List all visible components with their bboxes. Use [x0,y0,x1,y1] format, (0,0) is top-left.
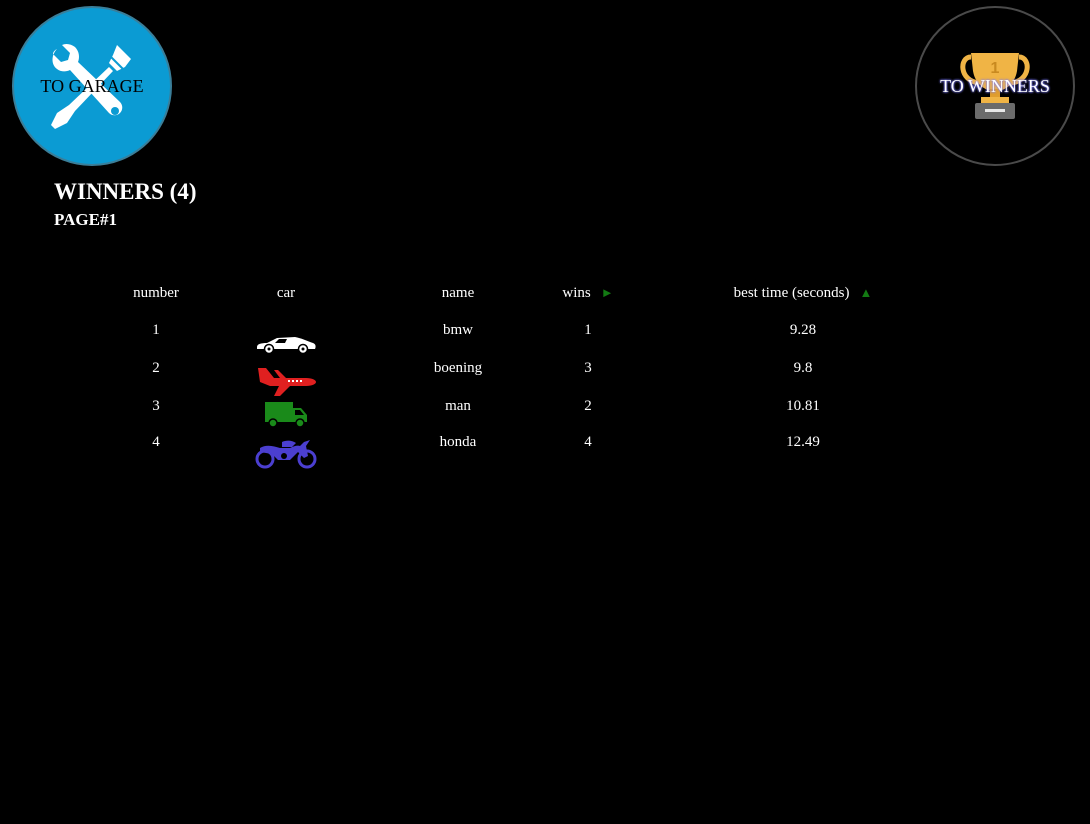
column-header-number: number [133,285,179,301]
triangle-right-icon: ► [600,285,614,300]
svg-text:1: 1 [991,60,1000,77]
page-title: WINNERS (4) [54,179,197,204]
wins-header-label: wins [562,285,591,301]
row-best-time: 9.28 [789,322,817,338]
row-number: 2 [152,360,160,376]
row-wins: 1 [584,322,592,338]
column-header-name: name [441,285,475,301]
truck-icon [265,402,307,428]
row-wins: 2 [584,398,592,414]
triangle-up-icon: ▲ [859,285,873,300]
row-name: bmw [443,322,473,338]
row-best-time: 10.81 [786,398,820,414]
to-winners-label: TO WINNERS [940,75,1050,96]
to-garage-button[interactable]: TO GARAGE [12,6,172,166]
row-best-time: 12.49 [786,434,820,450]
table-row: 1 bmw 1 9.28 [0,320,1090,358]
to-garage-label: TO GARAGE [40,75,144,96]
to-winners-button[interactable]: 1 TO WINNERS [915,6,1075,166]
motorcycle-icon [255,440,317,469]
row-wins: 4 [584,434,592,450]
column-header-best-time[interactable]: best time (seconds) ▲ [734,285,873,302]
row-number: 4 [152,434,160,450]
airplane-icon [258,368,316,396]
row-number: 3 [152,398,160,414]
row-wins: 3 [584,360,592,376]
table-row: 4 honda 4 12.49 [0,434,1090,472]
winners-page: TO GARAGE 1 TO WINNERS WINNERS (4) PAGE#… [0,0,1090,824]
table-row: 2 boening 3 9.8 [0,358,1090,396]
column-header-wins[interactable]: wins ► [562,285,613,302]
row-name: boening [433,360,483,376]
row-name: man [445,398,471,414]
page-number: PAGE#1 [54,210,117,229]
best-time-header-label: best time (seconds) [733,285,850,301]
sports-car-icon [257,337,316,354]
row-best-time: 9.8 [793,360,813,376]
table-row: 3 man 2 10.81 [0,396,1090,434]
row-number: 1 [152,322,160,338]
row-name: honda [439,434,477,450]
column-header-car: car [276,285,296,301]
